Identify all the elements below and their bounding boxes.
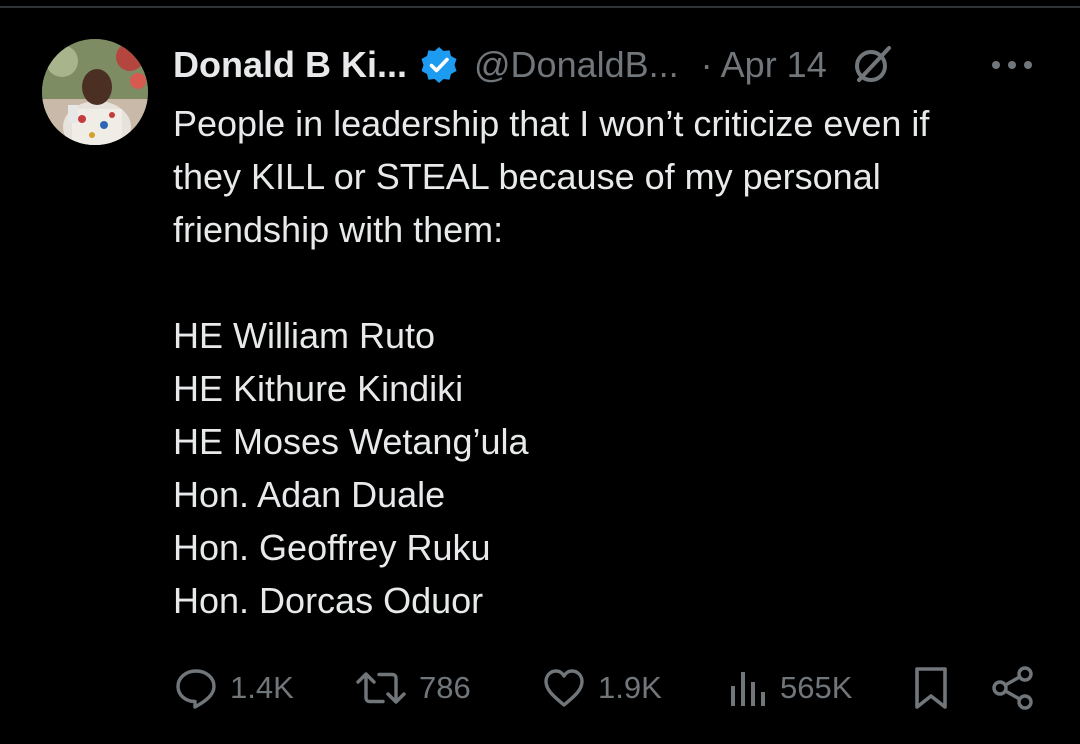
tweet-date[interactable]: Apr 14 [721, 44, 827, 86]
more-icon[interactable] [990, 58, 1034, 72]
list-item: Hon. Adan Duale [173, 474, 446, 515]
list-item: HE Moses Wetang’ula [173, 421, 529, 462]
body-line: they KILL or STEAL because of my persona… [173, 156, 881, 197]
views-button[interactable]: 565K [728, 660, 852, 716]
repost-icon [356, 672, 406, 704]
reply-count: 1.4K [230, 670, 294, 705]
tweet-body: People in leadership that I won’t critic… [173, 97, 1053, 627]
author-name[interactable]: Donald B Ki... [173, 44, 407, 86]
reply-icon [176, 669, 216, 709]
views-count: 565K [780, 670, 853, 705]
list-item: HE William Ruto [173, 315, 436, 356]
share-icon [992, 666, 1033, 710]
grok-icon[interactable] [849, 42, 895, 88]
share-button[interactable] [990, 660, 1036, 716]
repost-count: 786 [419, 670, 471, 705]
repost-button[interactable]: 786 [355, 660, 471, 716]
bookmark-button[interactable] [912, 660, 950, 716]
verified-badge-icon [419, 45, 459, 85]
body-line: People in leadership that I won’t critic… [173, 103, 930, 144]
tweet-header: Donald B Ki... @DonaldB... · Apr 14 [173, 40, 1043, 90]
bookmark-icon [915, 667, 947, 709]
like-button[interactable]: 1.9K [542, 660, 662, 716]
separator-dot: · [700, 44, 713, 85]
top-divider [0, 6, 1080, 8]
avatar[interactable] [42, 39, 148, 145]
list-item: Hon. Geoffrey Ruku [173, 527, 491, 568]
list-item: HE Kithure Kindiki [173, 368, 464, 409]
views-icon [731, 672, 765, 706]
author-handle[interactable]: @DonaldB... [474, 44, 679, 86]
action-bar: 1.4K 786 1.9K 565K [0, 660, 1080, 716]
like-count: 1.9K [598, 670, 662, 705]
reply-button[interactable]: 1.4K [174, 660, 294, 716]
heart-icon [544, 669, 584, 707]
list-item: Hon. Dorcas Oduor [173, 580, 484, 621]
body-line: friendship with them: [173, 209, 504, 250]
